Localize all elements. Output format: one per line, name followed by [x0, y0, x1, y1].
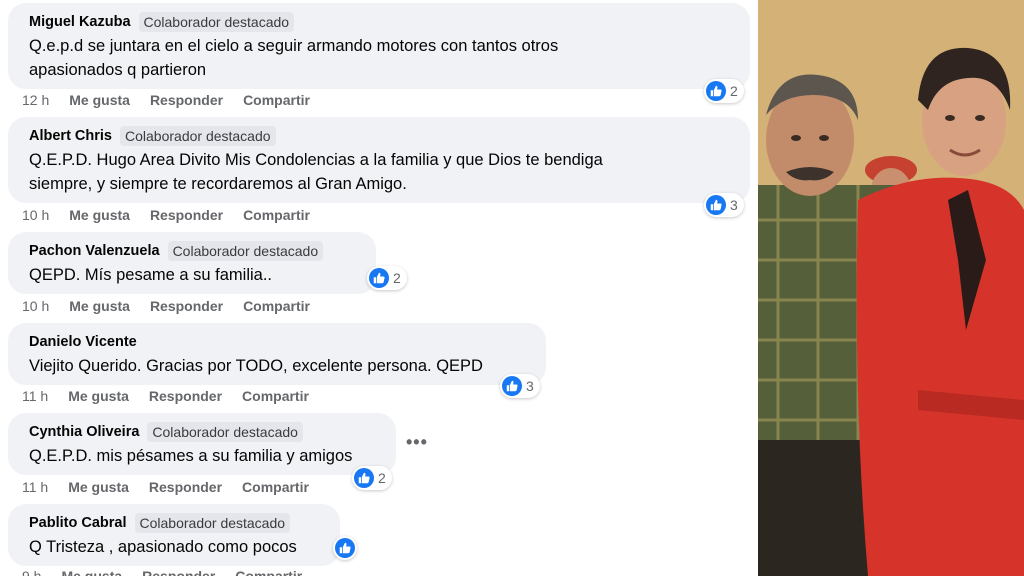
comment-bubble: Pablito Cabral Colaborador destacado Q T… [8, 504, 340, 566]
comment-text: Q.E.P.D. mis pésames a su familia y amig… [29, 444, 382, 468]
comment-bubble: Cynthia Oliveira Colaborador destacado Q… [8, 413, 396, 475]
comment-author[interactable]: Miguel Kazuba [29, 14, 131, 30]
reaction-number: 2 [378, 470, 386, 486]
like-button[interactable]: Me gusta [69, 298, 130, 314]
comment-time[interactable]: 11 h [22, 479, 48, 495]
comment-text-line: Viejito Querido. Gracias por TODO, excel… [29, 357, 483, 375]
reaction-number: 2 [393, 270, 401, 286]
reaction-number: 3 [526, 378, 534, 394]
comment-text-line: Q.E.P.D. mis pésames a su familia y amig… [29, 447, 353, 465]
top-fan-badge: Colaborador destacado [167, 241, 324, 261]
comment-text-line: Q Tristeza , apasionado como pocos [29, 538, 297, 556]
reaction-count[interactable]: 2 [704, 79, 744, 103]
comment-bubble: Danielo Vicente Viejito Querido. Gracias… [8, 323, 546, 385]
comment-bubble: Albert Chris Colaborador destacado Q.E.P… [8, 117, 750, 203]
comment-author[interactable]: Cynthia Oliveira [29, 424, 139, 440]
top-fan-badge: Colaborador destacado [120, 126, 276, 146]
comment-text-line: apasionados q partieron [29, 61, 207, 79]
share-button[interactable]: Compartir [242, 479, 309, 495]
comment-time[interactable]: 11 h [22, 388, 48, 404]
like-thumb-icon [369, 268, 389, 288]
reply-button[interactable]: Responder [149, 388, 222, 404]
like-thumb-icon [706, 81, 726, 101]
comment-actions: 10 h Me gusta Responder Compartir [22, 298, 310, 314]
reply-button[interactable]: Responder [150, 92, 223, 108]
comment-time[interactable]: 10 h [22, 298, 49, 314]
share-button[interactable]: Compartir [243, 298, 310, 314]
comment-text-line: QEPD. Mís pesame a su familia.. [29, 266, 272, 284]
comment-text-line: siempre, y siempre te recordaremos al Gr… [29, 175, 407, 193]
comment-actions: 10 h Me gusta Responder Compartir [22, 207, 310, 223]
comment-time[interactable]: 10 h [22, 207, 49, 223]
comment-time[interactable]: 9 h [22, 568, 41, 576]
reply-button[interactable]: Responder [150, 207, 223, 223]
like-thumb-icon [502, 376, 522, 396]
comment-text: Viejito Querido. Gracias por TODO, excel… [29, 354, 532, 378]
comment-author[interactable]: Albert Chris [29, 128, 112, 144]
top-fan-badge: Colaborador destacado [147, 422, 303, 442]
like-thumb-icon [335, 538, 355, 558]
comment-actions: 11 h Me gusta Responder Compartir [22, 388, 309, 404]
reaction-count[interactable]: 3 [500, 374, 540, 398]
comment-text: Q.e.p.d se juntara en el cielo a seguir … [29, 34, 736, 82]
comment-author[interactable]: Danielo Vicente [29, 334, 137, 350]
top-fan-badge: Colaborador destacado [134, 513, 291, 533]
comment-author[interactable]: Pachon Valenzuela [29, 243, 160, 259]
reaction-count[interactable]: 2 [367, 266, 407, 290]
comment-actions: 11 h Me gusta Responder Compartir [22, 479, 309, 495]
comment-bubble: Miguel Kazuba Colaborador destacado Q.e.… [8, 3, 750, 89]
like-thumb-icon [354, 468, 374, 488]
reaction-count[interactable]: 2 [352, 466, 392, 490]
like-button[interactable]: Me gusta [68, 388, 129, 404]
like-button[interactable]: Me gusta [68, 479, 129, 495]
comment-text: Q.E.P.D. Hugo Area Divito Mis Condolenci… [29, 148, 736, 196]
memorial-photo [758, 0, 1024, 576]
comment-bubble: Pachon Valenzuela Colaborador destacado … [8, 232, 376, 294]
comment-text-line: Q.E.P.D. Hugo Area Divito Mis Condolenci… [29, 151, 603, 169]
comment-text: Q Tristeza , apasionado como pocos [29, 535, 326, 559]
more-options-icon[interactable]: ••• [406, 432, 428, 453]
reply-button[interactable]: Responder [150, 298, 223, 314]
comment-author[interactable]: Pablito Cabral [29, 515, 127, 531]
reaction-number: 3 [730, 197, 738, 213]
like-thumb-icon [706, 195, 726, 215]
comment-text-line: Q.e.p.d se juntara en el cielo a seguir … [29, 37, 559, 55]
like-button[interactable]: Me gusta [69, 207, 130, 223]
reaction-count[interactable]: 3 [704, 193, 744, 217]
reply-button[interactable]: Responder [149, 479, 222, 495]
like-button[interactable]: Me gusta [69, 92, 130, 108]
comment-text: QEPD. Mís pesame a su familia.. [29, 263, 362, 287]
share-button[interactable]: Compartir [243, 207, 310, 223]
share-button[interactable]: Compartir [243, 92, 310, 108]
share-button[interactable]: Compartir [242, 388, 309, 404]
photo-illustration [758, 0, 1024, 576]
top-fan-badge: Colaborador destacado [138, 12, 295, 32]
comment-time[interactable]: 12 h [22, 92, 49, 108]
reaction-count[interactable] [333, 536, 357, 560]
comment-actions: 12 h Me gusta Responder Compartir [22, 92, 310, 108]
comment-actions: 9 h Me gusta Responder Compartir [22, 568, 302, 576]
reply-button[interactable]: Responder [142, 568, 215, 576]
like-button[interactable]: Me gusta [61, 568, 122, 576]
reaction-number: 2 [730, 83, 738, 99]
share-button[interactable]: Compartir [235, 568, 302, 576]
